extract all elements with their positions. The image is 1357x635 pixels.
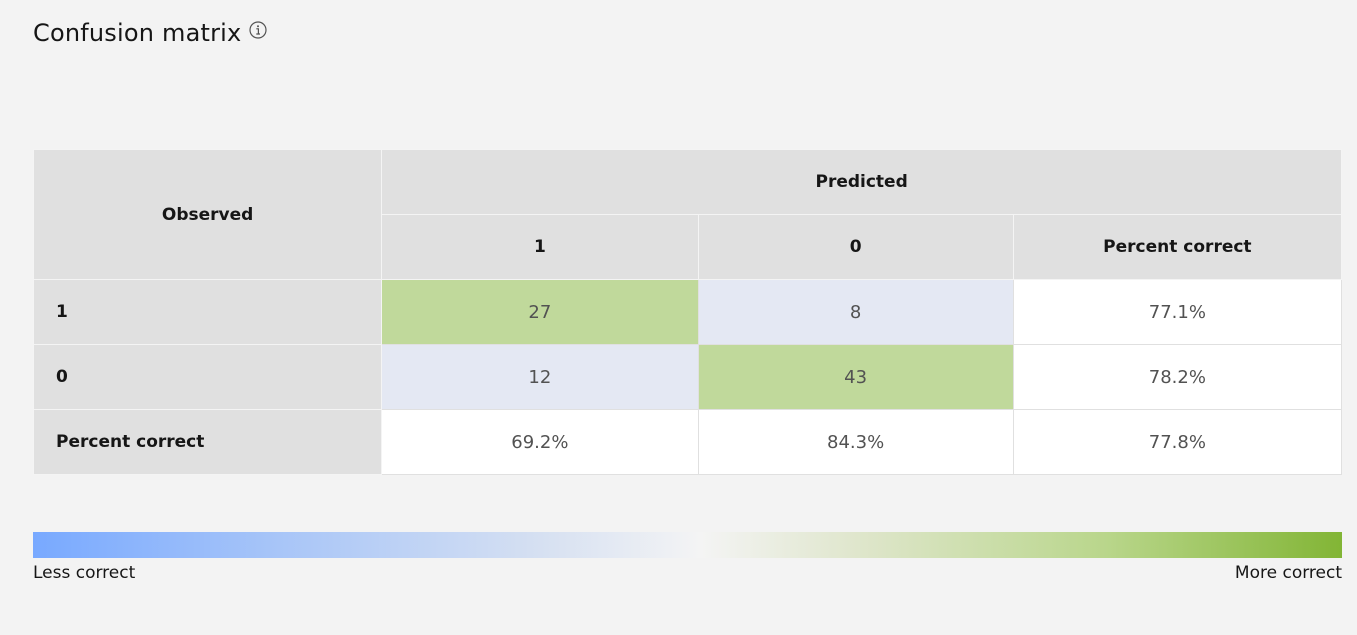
row-header: 0 (32, 344, 383, 410)
table-row: Percent correct 69.2% 84.3% 77.8% (32, 409, 1343, 475)
matrix-cell: 12 (381, 344, 699, 410)
confusion-matrix-table: Observed Predicted 1 0 Percent correct 1… (32, 149, 1343, 475)
percent-correct-cell: 69.2% (381, 409, 699, 475)
matrix-cell: 8 (697, 279, 1014, 345)
row-header: Percent correct (32, 409, 383, 475)
legend-high-label: More correct (1234, 563, 1342, 583)
matrix-cell: 27 (381, 279, 699, 345)
percent-correct-cell: 84.3% (697, 409, 1014, 475)
row-header: 1 (32, 279, 383, 345)
predicted-header: Predicted (381, 149, 1342, 215)
page-title: Confusion matrix (33, 19, 242, 47)
percent-correct-cell: 77.1% (1012, 279, 1343, 345)
column-header: 1 (381, 214, 699, 280)
table-row: 0 12 43 78.2% (32, 344, 1343, 410)
legend-low-label: Less correct (33, 563, 136, 583)
info-icon[interactable] (249, 21, 268, 39)
color-scale-legend (33, 532, 1342, 558)
matrix-cell: 43 (697, 344, 1014, 410)
column-header: 0 (697, 214, 1014, 280)
table-row: 1 27 8 77.1% (32, 279, 1343, 345)
overall-percent-correct-cell: 77.8% (1012, 409, 1343, 475)
title-row: Confusion matrix (33, 16, 268, 50)
percent-correct-cell: 78.2% (1012, 344, 1343, 410)
column-header: Percent correct (1012, 214, 1343, 280)
observed-header: Observed (32, 149, 383, 280)
